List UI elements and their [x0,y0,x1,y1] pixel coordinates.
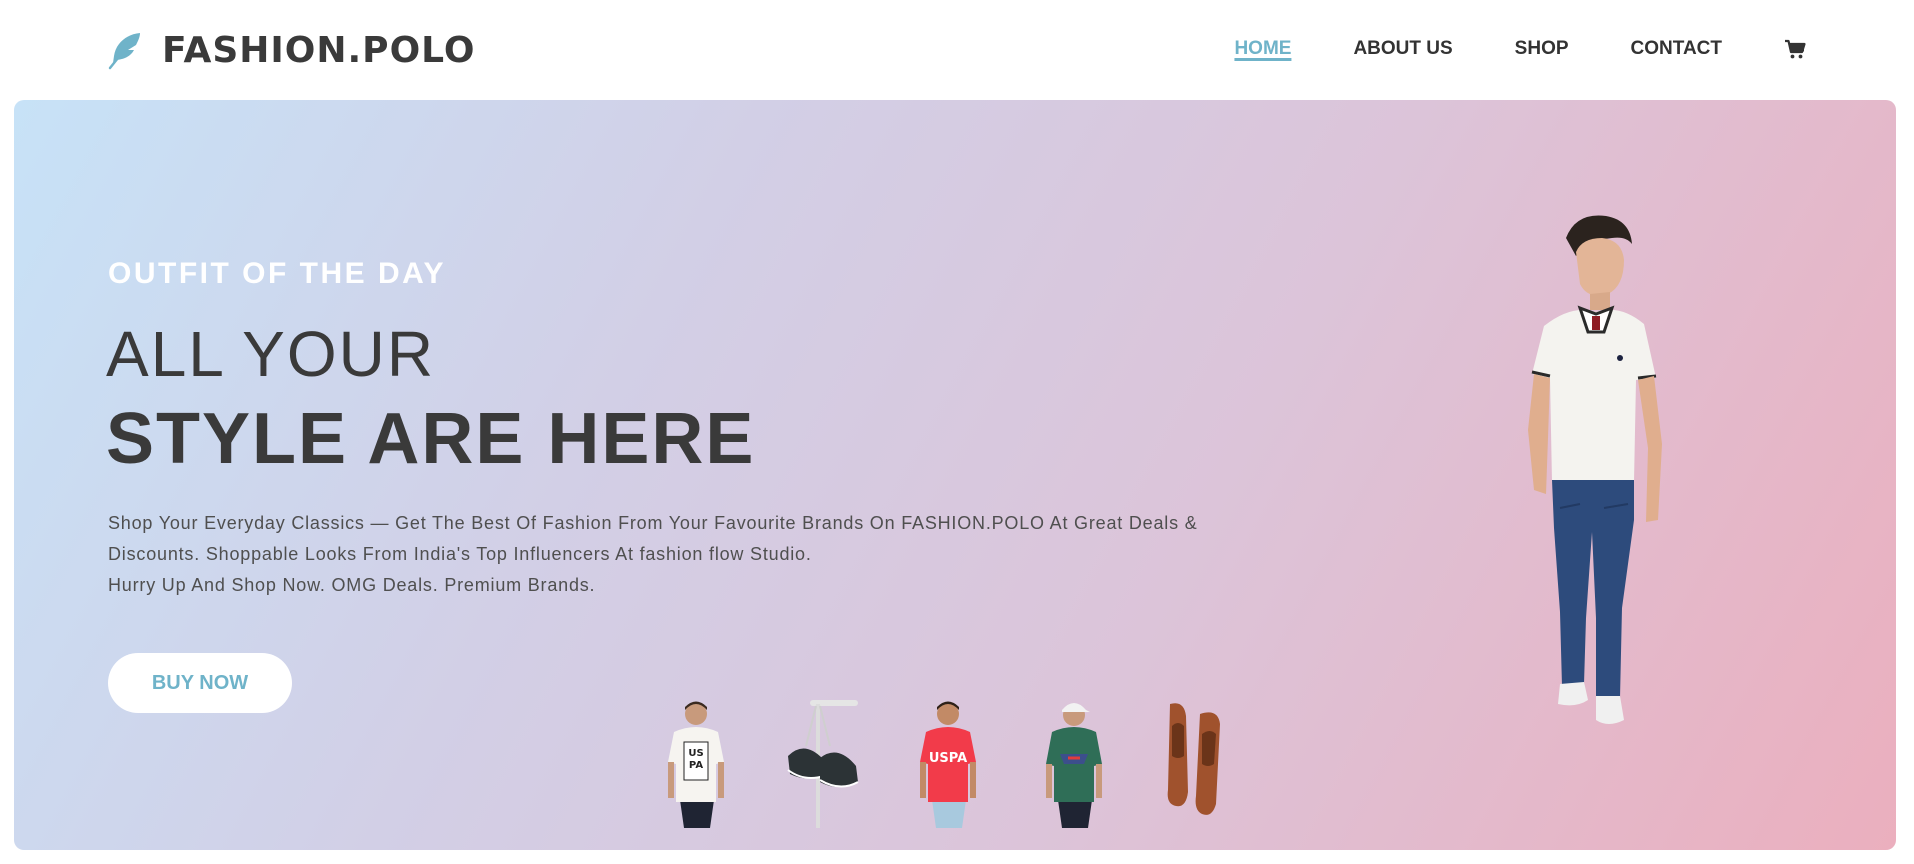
nav-contact[interactable]: CONTACT [1631,36,1722,62]
brown-shoes-thumbnail[interactable] [1158,696,1242,828]
cart-icon[interactable] [1784,38,1806,60]
nav-about-us[interactable]: ABOUT US [1353,36,1452,62]
hero-description-line1: Shop Your Everyday Classics — Get The Be… [108,513,1198,533]
hero-eyebrow: OUTFIT OF THE DAY [108,257,447,290]
svg-text:US: US [688,748,703,759]
buy-now-button[interactable]: BUY NOW [108,653,292,713]
red-uspa-tshirt-thumbnail[interactable]: USPA [906,696,990,828]
nav-home[interactable]: HOME [1234,36,1291,62]
svg-text:PA: PA [689,760,703,771]
main-nav: HOME ABOUT US SHOP CONTACT [1172,36,1806,62]
svg-text:USPA: USPA [929,751,967,766]
hero-description: Shop Your Everyday Classics — Get The Be… [108,508,1288,601]
site-header: FASHION.POLO HOME ABOUT US SHOP CONTACT [0,0,1914,100]
hero-title-line1: ALL YOUR [106,318,436,390]
feather-icon [108,33,140,70]
hero-banner: OUTFIT OF THE DAY ALL YOUR STYLE ARE HER… [14,100,1896,850]
brand-name: FASHION.POLO [162,29,476,71]
white-uspa-tshirt-thumbnail[interactable]: US PA [654,696,738,828]
hero-description-line3: Hurry Up And Shop Now. OMG Deals. Premiu… [108,575,596,595]
hero-title-line2: STYLE ARE HERE [106,399,756,479]
hero-description-line2: Discounts. Shoppable Looks From India's … [108,544,812,564]
model-white-polo-jeans-image [1528,215,1662,724]
product-thumbnails: US PA USPA [654,696,1242,828]
nav-shop[interactable]: SHOP [1515,36,1569,62]
brand-logo[interactable]: FASHION.POLO [106,28,475,72]
green-tshirt-cap-thumbnail[interactable] [1032,696,1116,828]
black-sneakers-thumbnail[interactable] [780,696,864,828]
